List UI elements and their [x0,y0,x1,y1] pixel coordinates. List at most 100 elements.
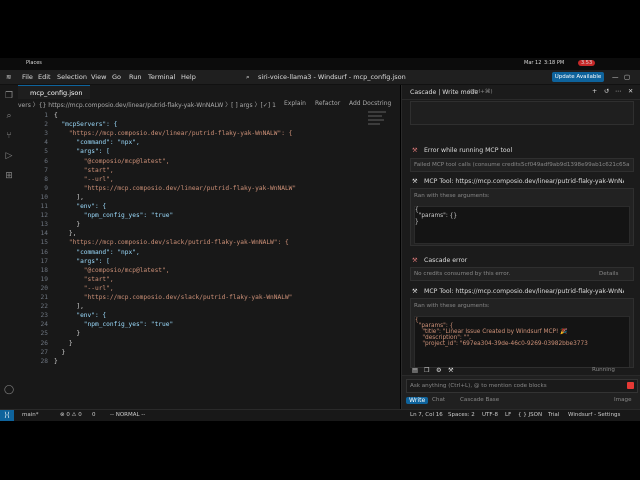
code-line[interactable]: 21 "https://mcp.composio.dev/slack/putri… [18,294,400,303]
minimize-icon[interactable]: — [612,73,619,81]
remote-icon[interactable]: ⟩⟨ [0,410,14,421]
extensions-icon[interactable]: ⊞ [4,171,14,181]
code-line[interactable]: 22 ], [18,303,400,312]
cursor-position[interactable]: Ln 7, Col 16 [410,412,443,418]
menu-terminal[interactable]: Terminal [148,73,175,81]
code-line[interactable]: 15 "https://mcp.composio.dev/slack/putri… [18,239,400,248]
history-icon[interactable]: ↺ [604,88,609,95]
details-link[interactable]: Details [599,271,618,277]
explain-codelens[interactable]: Explain [284,100,306,107]
refactor-codelens[interactable]: Refactor [315,100,340,107]
indentation[interactable]: Spaces: 2 [448,412,475,418]
settings-icon[interactable]: ⚙ [436,367,442,374]
code-line[interactable]: 27 } [18,349,400,358]
code-line[interactable]: 24 "npm_config_yes": "true" [18,321,400,330]
code-line[interactable]: 16 "command": "npx", [18,249,400,258]
chat-mode-button[interactable]: Chat [432,397,445,403]
code-line[interactable]: 3 "https://mcp.composio.dev/linear/putri… [18,130,400,139]
code-line[interactable]: 9 "https://mcp.composio.dev/linear/putri… [18,185,400,194]
windsurf-settings[interactable]: Windsurf - Settings [568,412,620,418]
search-icon[interactable]: ⌕ [4,111,14,121]
code-line[interactable]: 8 "--url", [18,176,400,185]
code-line[interactable]: 20 "--url", [18,285,400,294]
stop-button[interactable] [627,382,634,389]
more-icon[interactable]: ⋯ [615,88,621,95]
code-line[interactable]: 7 "start", [18,167,400,176]
image-button[interactable]: Image [614,397,632,403]
code-line[interactable]: 26 } [18,340,400,349]
run-debug-icon[interactable]: ▷ [4,151,14,161]
code-line[interactable]: 13 } [18,221,400,230]
line-content: "@composio/mcp@latest", [54,266,170,274]
cascade-error-detail: No credits consumed by this error. Detai… [410,267,634,281]
line-content: "start", [54,166,114,174]
line-content: } [54,357,58,365]
end-of-line[interactable]: LF [505,412,511,418]
encoding[interactable]: UTF-8 [482,412,498,418]
code-line[interactable]: 23 "env": { [18,312,400,321]
code-line[interactable]: 14 }, [18,230,400,239]
write-mode-button[interactable]: Write [406,397,429,404]
copy-icon[interactable]: ❐ [424,367,430,374]
code-line[interactable]: 1{ [18,112,400,121]
command-center[interactable]: siri-voice-llama3 - Windsurf - mcp_confi… [258,73,406,81]
code-line[interactable]: 10 ], [18,194,400,203]
menu-go[interactable]: Go [112,73,121,81]
file-icon[interactable]: ▤ [412,367,418,374]
code-line[interactable]: 19 "start", [18,276,400,285]
mcp-tool-1-card: Ran with these arguments: { "params": {}… [410,188,634,246]
line-number: 8 [44,175,48,183]
code-line[interactable]: 4 "command": "npx", [18,139,400,148]
breadcrumb-path[interactable]: vers 〉{} https://mcp.composio.dev/linear… [18,102,276,109]
code-line[interactable]: 6 "@composio/mcp@latest", [18,158,400,167]
problems-status[interactable]: ⊗ 0 ⚠ 0 [60,412,82,418]
close-icon[interactable]: ✕ [628,88,633,95]
menu-run[interactable]: Run [129,73,141,81]
menu-selection[interactable]: Selection [57,73,87,81]
model-selector[interactable]: Cascade Base [460,397,499,403]
code-line[interactable]: 18 "@composio/mcp@latest", [18,267,400,276]
prompt-input[interactable]: Ask anything (Ctrl+L), @ to mention code… [406,379,638,393]
menu-edit[interactable]: Edit [38,73,51,81]
tool-icon[interactable]: ⚒ [448,367,454,374]
places-menu[interactable]: Places [26,60,42,66]
mcp-tool-2-card: Ran with these arguments: { "params": { … [410,298,634,368]
line-content: } [54,339,73,347]
line-content: } [54,221,81,229]
line-number: 10 [40,193,48,201]
menu-help[interactable]: Help [181,73,196,81]
line-number: 19 [40,275,48,283]
language-mode[interactable]: { } JSON [518,412,542,418]
line-number: 2 [44,121,48,129]
ports-status[interactable]: 0 [92,412,96,418]
code-line[interactable]: 5 "args": [ [18,148,400,157]
account-icon[interactable]: ◯ [4,385,14,395]
mcp-tool-title-2: MCP Tool: https://mcp.composio.dev/linea… [424,288,624,295]
line-number: 14 [40,230,48,238]
code-line[interactable]: 28} [18,358,400,367]
code-line[interactable]: 17 "args": [ [18,258,400,267]
add-icon[interactable]: + [592,88,597,95]
update-available-button[interactable]: Update Available [552,72,604,82]
trial-status[interactable]: Trial [548,412,559,418]
code-line[interactable]: 12 "npm_config_yes": "true" [18,212,400,221]
source-control-icon[interactable]: ⑂ [4,131,14,141]
activity-bar: ❐ ⌕ ⑂ ▷ ⊞ ◯ [0,85,19,409]
add-docstring-codelens[interactable]: Add Docstring [349,100,391,107]
code-line[interactable]: 2 "mcpServers": { [18,121,400,130]
running-status: Running [592,367,615,373]
code-line[interactable]: 25 } [18,330,400,339]
explorer-icon[interactable]: ❐ [4,91,14,101]
editor: mcp_config.json vers 〉{} https://mcp.com… [18,85,400,409]
code-line[interactable]: 11 "env": { [18,203,400,212]
maximize-icon[interactable]: ▢ [624,73,630,81]
line-content: "command": "npx", [54,139,140,147]
menu-view[interactable]: View [91,73,106,81]
line-content: } [54,348,66,356]
line-content: "args": [ [54,257,110,265]
breadcrumb[interactable]: vers 〉{} https://mcp.composio.dev/linear… [18,100,400,110]
menu-file[interactable]: File [22,73,33,81]
tab-mcp-config[interactable]: mcp_config.json [18,85,90,99]
branch-status[interactable]: main* [22,412,39,418]
line-number: 9 [44,184,48,192]
